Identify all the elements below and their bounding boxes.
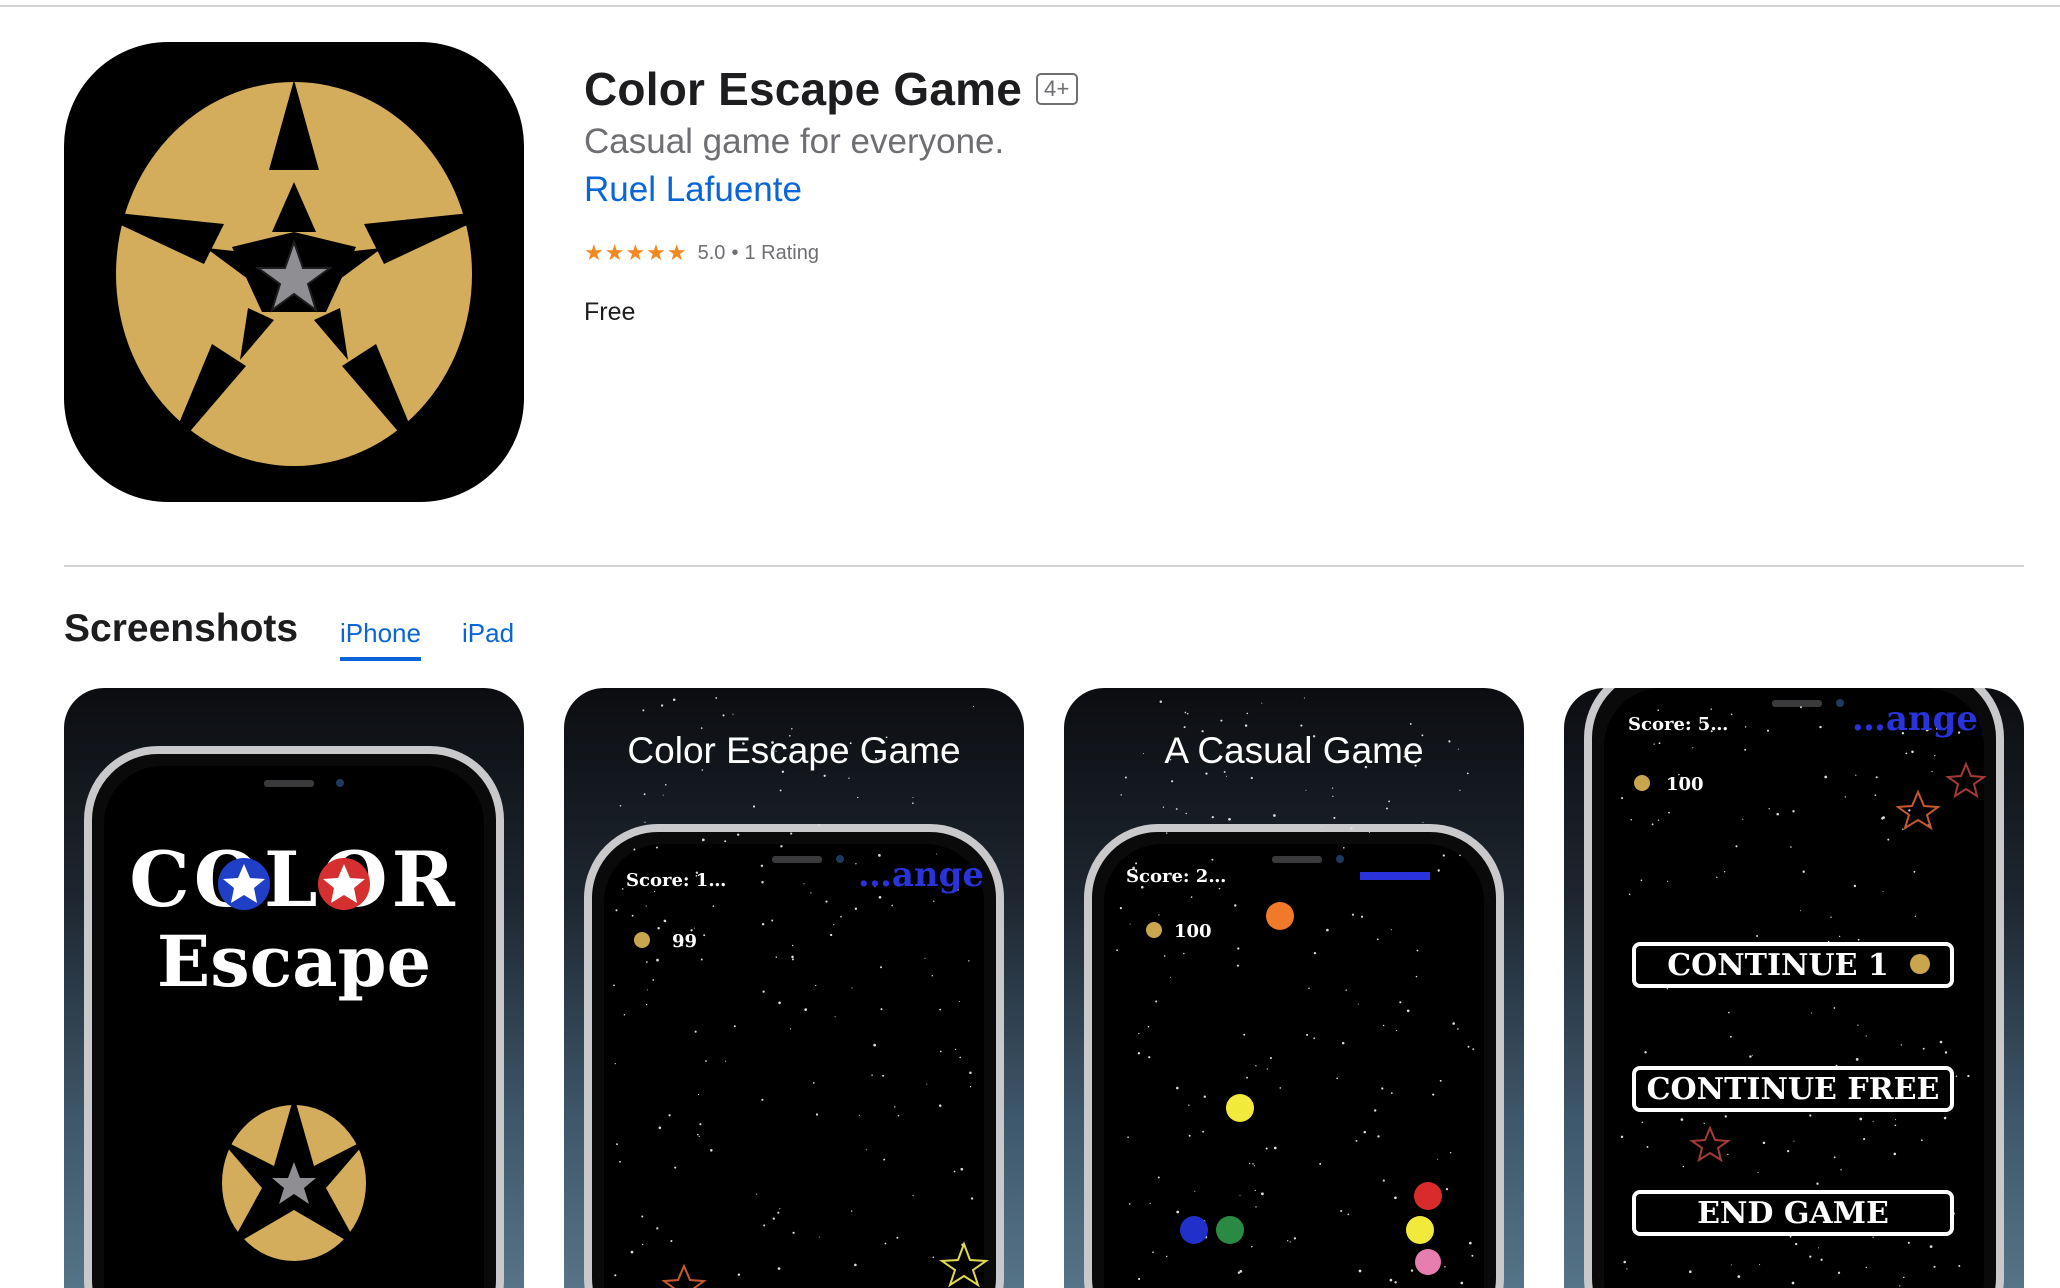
screenshot-1[interactable]: COLOR Escape <box>64 688 524 1288</box>
svg-text:CONTINUE 1: CONTINUE 1 <box>1667 948 1889 983</box>
pink-ball-icon <box>1415 1249 1441 1275</box>
yellow-ball-icon <box>1406 1216 1434 1244</box>
red-ball-icon <box>1414 1182 1442 1210</box>
app-title: Color Escape Game 4+ <box>584 62 1078 116</box>
logo-line1: COLOR <box>129 835 459 924</box>
tab-iphone[interactable]: iPhone <box>340 618 421 661</box>
orange-ball-icon <box>1266 902 1294 930</box>
energy-bar <box>1360 872 1430 880</box>
app-icon <box>64 42 524 502</box>
rating-count: 1 Rating <box>744 241 819 264</box>
coin-icon <box>1146 922 1162 938</box>
screenshot-2[interactable]: Color Escape Game Score: 1… …ange 99 <box>564 688 1024 1288</box>
mode-label: …ange <box>858 855 984 895</box>
screenshots-heading: Screenshots <box>64 607 299 650</box>
green-ball-icon <box>1216 1216 1244 1244</box>
rating-value: 5.0 <box>697 241 726 264</box>
screenshot-3[interactable]: A Casual Game Score: 2… 100 <box>1064 688 1524 1288</box>
yellow-ball-icon <box>1226 1094 1254 1122</box>
phone-mockup: Score: 5… …ange 100 CONTINUE 1 CONTINUE … <box>1584 688 2004 1288</box>
section-divider <box>64 565 2024 567</box>
phone-mockup: Score: 2… 100 <box>1084 697 1504 1288</box>
blue-ball-icon <box>1180 1216 1208 1244</box>
camera-dot <box>336 779 344 787</box>
score-label: Score: 5… <box>1628 714 1728 735</box>
rating-separator: • <box>731 241 739 264</box>
price-label: Free <box>584 298 636 326</box>
phone-mockup: Score: 1… …ange 99 <box>584 697 1004 1288</box>
coin-icon <box>1634 775 1650 791</box>
svg-text:END GAME: END GAME <box>1697 1196 1889 1231</box>
star-emblem-icon <box>89 80 499 466</box>
coin-icon <box>634 932 650 948</box>
tab-ipad[interactable]: iPad <box>462 618 514 657</box>
developer-link[interactable]: Ruel Lafuente <box>584 170 802 210</box>
top-rule <box>0 0 2060 7</box>
continue-coin-button[interactable]: CONTINUE 1 <box>1632 942 1954 988</box>
logo-line2: Escape <box>157 920 431 1003</box>
rating-row: ★★★★★ 5.0 • 1 Rating <box>584 240 819 266</box>
rating-stars-icon: ★★★★★ <box>584 240 688 265</box>
app-title-text: Color Escape Game <box>584 63 1023 115</box>
app-subtitle: Casual game for everyone. <box>584 122 1005 161</box>
end-game-button[interactable]: END GAME <box>1632 1190 1954 1236</box>
score-label: Score: 1… <box>626 870 726 891</box>
coin-count: 100 <box>1174 921 1212 942</box>
svg-text:CONTINUE FREE: CONTINUE FREE <box>1647 1072 1940 1107</box>
score-label: Score: 2… <box>1126 866 1226 887</box>
speaker-grille <box>264 780 314 787</box>
screenshot-4[interactable]: Score: 5… …ange 100 CONTINUE 1 CONTINUE … <box>1564 688 2024 1288</box>
phone-mockup: COLOR Escape <box>84 746 504 1288</box>
coin-count: 99 <box>672 931 697 952</box>
coin-count: 100 <box>1666 774 1704 795</box>
mode-label: …ange <box>1852 699 1978 739</box>
age-rating-badge: 4+ <box>1036 73 1078 105</box>
continue-free-button[interactable]: CONTINUE FREE <box>1632 1066 1954 1112</box>
